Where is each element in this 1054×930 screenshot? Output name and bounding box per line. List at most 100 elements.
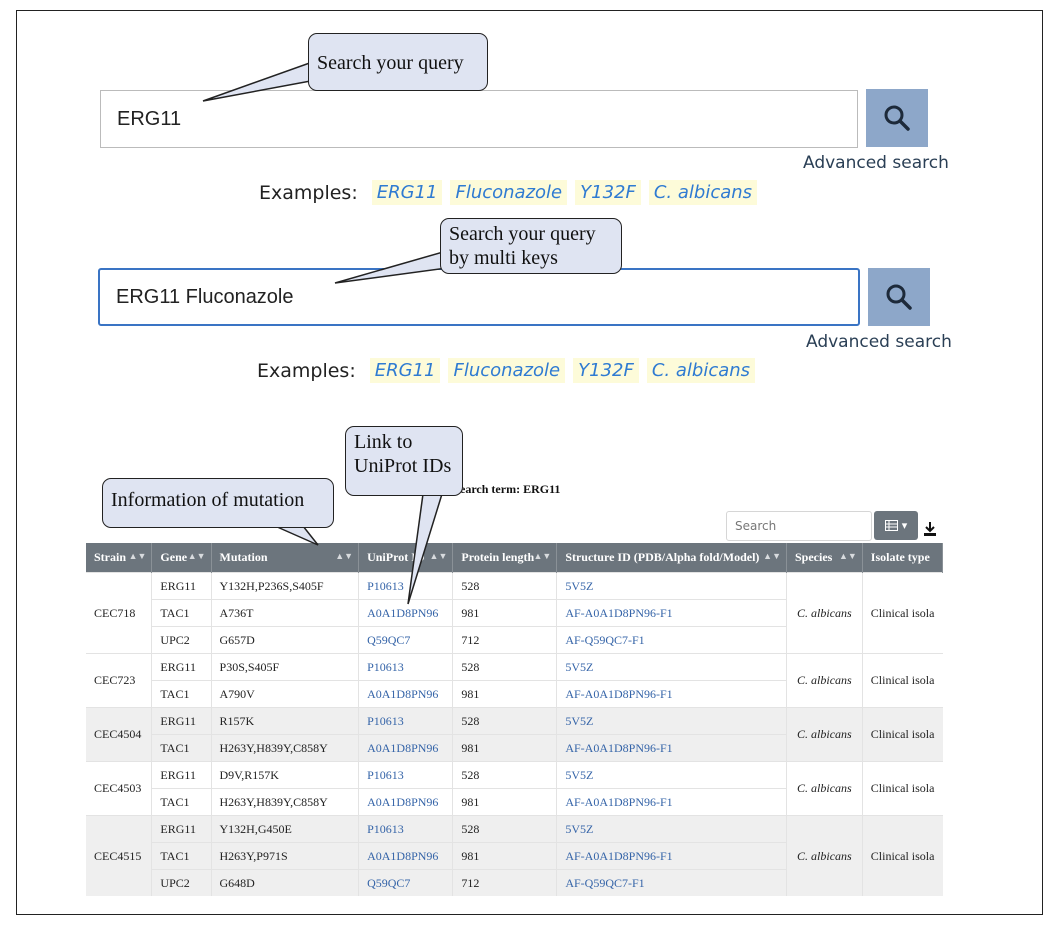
mutation-cell: Y132H,G450E xyxy=(210,815,360,843)
chevron-down-icon: ▾ xyxy=(901,520,908,532)
search-input-value: ERG11 xyxy=(117,107,182,130)
protein-length-cell: 981 xyxy=(452,599,558,627)
strain-cell: CEC718 xyxy=(86,572,152,654)
structure-link[interactable]: AF-Q59QC7-F1 xyxy=(556,626,787,654)
mutation-cell: R157K xyxy=(210,707,360,735)
table-header-row: Strain ▲▼ Gene ▲▼ Mutation ▲▼ UniProt ID ▲▼ … xyxy=(86,543,943,573)
structure-link[interactable]: AF-Q59QC7-F1 xyxy=(556,869,787,896)
strain-cell: CEC4503 xyxy=(86,761,152,816)
structure-link[interactable]: AF-A0A1D8PN96-F1 xyxy=(556,842,787,870)
structure-link[interactable]: 5V5Z xyxy=(556,815,787,843)
gene-cell: ERG11 xyxy=(151,572,212,600)
mutation-cell: G657D xyxy=(210,626,360,654)
table-row: CEC723 ERG11 P30S,S405F P10613 528 5V5Z C. alb… xyxy=(86,653,943,708)
search-input-multi[interactable]: ERG11 Fluconazole xyxy=(98,268,860,326)
callout-line: by multi keys xyxy=(449,247,558,269)
structure-link[interactable]: 5V5Z xyxy=(556,572,787,600)
mutation-cell: P30S,S405F xyxy=(210,653,360,681)
uniprot-link[interactable]: A0A1D8PN96 xyxy=(358,734,454,762)
column-header-gene[interactable]: Gene ▲▼ xyxy=(151,543,212,573)
callout-mutation-info: Information of mutation xyxy=(102,478,334,528)
callout-multi-keys: Search your query by multi keys xyxy=(440,218,622,274)
species-cell: C. albicans xyxy=(785,707,863,762)
search-icon xyxy=(886,284,912,310)
uniprot-link[interactable]: P10613 xyxy=(358,572,454,600)
strain-cell: CEC723 xyxy=(86,653,152,708)
example-chip[interactable]: Y132F xyxy=(575,180,641,205)
uniprot-link[interactable]: A0A1D8PN96 xyxy=(358,680,454,708)
species-cell: C. albicans xyxy=(785,653,863,708)
structure-link[interactable]: AF-A0A1D8PN96-F1 xyxy=(556,788,787,816)
advanced-search-link[interactable]: Advanced search xyxy=(806,332,952,352)
protein-length-cell: 981 xyxy=(452,680,558,708)
results-table-wrapper: Strain ▲▼ Gene ▲▼ Mutation ▲▼ UniProt ID ▲▼ … xyxy=(86,543,943,901)
column-header-isolate-type[interactable]: Isolate type xyxy=(862,543,943,573)
example-chip[interactable]: ERG11 xyxy=(369,358,441,383)
strain-cell: CEC4515 xyxy=(86,815,152,896)
results-table: Strain ▲▼ Gene ▲▼ Mutation ▲▼ UniProt ID ▲▼ … xyxy=(86,543,943,896)
callout-uniprot: Link to UniProt IDs xyxy=(345,426,463,496)
uniprot-link[interactable]: P10613 xyxy=(358,653,454,681)
column-header-protein-length[interactable]: Protein length ▲▼ xyxy=(452,543,558,573)
mutation-cell: D9V,R157K xyxy=(210,761,360,789)
search-input[interactable]: ERG11 xyxy=(100,90,858,148)
examples-row: Examples: ERG11 Fluconazole Y132F C. alb… xyxy=(257,358,763,383)
species-cell: C. albicans xyxy=(785,815,863,896)
structure-link[interactable]: AF-A0A1D8PN96-F1 xyxy=(556,734,787,762)
gene-cell: UPC2 xyxy=(151,869,212,896)
structure-link[interactable]: 5V5Z xyxy=(556,707,787,735)
uniprot-link[interactable]: Q59QC7 xyxy=(358,869,454,896)
example-chip[interactable]: C. albicans xyxy=(648,180,758,205)
uniprot-link[interactable]: A0A1D8PN96 xyxy=(358,599,454,627)
structure-link[interactable]: 5V5Z xyxy=(556,761,787,789)
protein-length-cell: 981 xyxy=(452,734,558,762)
protein-length-cell: 981 xyxy=(452,842,558,870)
protein-length-cell: 981 xyxy=(452,788,558,816)
search-term-label: earch term: ERG11 xyxy=(460,482,561,496)
gene-cell: ERG11 xyxy=(151,653,212,681)
column-toggle-button[interactable]: ▾ xyxy=(874,511,918,540)
uniprot-link[interactable]: A0A1D8PN96 xyxy=(358,842,454,870)
column-header-species[interactable]: Species ▲▼ xyxy=(786,543,863,573)
table-row: CEC718 ERG11 Y132H,P236S,S405F P10613 528 5V5… xyxy=(86,572,943,654)
column-header-strain[interactable]: Strain ▲▼ xyxy=(86,543,153,573)
structure-link[interactable]: AF-A0A1D8PN96-F1 xyxy=(556,599,787,627)
table-search-input[interactable]: Search xyxy=(726,511,872,541)
example-chip[interactable]: C. albicans xyxy=(646,358,756,383)
download-icon[interactable] xyxy=(922,521,938,537)
isolate-type-cell: Clinical isola xyxy=(862,761,943,816)
mutation-cell: A736T xyxy=(210,599,360,627)
column-header-mutation[interactable]: Mutation ▲▼ xyxy=(211,543,360,573)
isolate-type-cell: Clinical isola xyxy=(862,815,943,896)
callout-line: Search your query xyxy=(449,223,596,245)
search-input-value: ERG11 Fluconazole xyxy=(116,285,294,308)
gene-cell: ERG11 xyxy=(151,815,212,843)
advanced-search-link[interactable]: Advanced search xyxy=(803,153,949,173)
uniprot-link[interactable]: Q59QC7 xyxy=(358,626,454,654)
species-cell: C. albicans xyxy=(785,761,863,816)
table-row: CEC4504 ERG11 R157K P10613 528 5V5Z C. albican… xyxy=(86,707,943,762)
column-header-structure[interactable]: Structure ID (PDB/Alpha fold/Model) ▲▼ xyxy=(556,543,787,573)
columns-icon xyxy=(884,520,898,531)
search-button[interactable] xyxy=(866,89,928,147)
protein-length-cell: 712 xyxy=(452,626,558,654)
search-button[interactable] xyxy=(868,268,930,326)
uniprot-link[interactable]: P10613 xyxy=(358,815,454,843)
example-chip[interactable]: Fluconazole xyxy=(450,180,568,205)
structure-link[interactable]: AF-A0A1D8PN96-F1 xyxy=(556,680,787,708)
protein-length-cell: 528 xyxy=(452,815,558,843)
uniprot-link[interactable]: P10613 xyxy=(358,707,454,735)
callout-line: Link to xyxy=(354,431,413,453)
structure-link[interactable]: 5V5Z xyxy=(556,653,787,681)
protein-length-cell: 528 xyxy=(452,572,558,600)
sort-icon: ▲▼ xyxy=(128,551,147,561)
example-chip[interactable]: Fluconazole xyxy=(448,358,566,383)
example-chip[interactable]: ERG11 xyxy=(371,180,443,205)
sort-icon: ▲▼ xyxy=(187,551,206,561)
uniprot-link[interactable]: P10613 xyxy=(358,761,454,789)
uniprot-link[interactable]: A0A1D8PN96 xyxy=(358,788,454,816)
column-header-uniprot[interactable]: UniProt ID ▲▼ xyxy=(358,543,454,573)
gene-cell: TAC1 xyxy=(151,680,212,708)
protein-length-cell: 528 xyxy=(452,761,558,789)
example-chip[interactable]: Y132F xyxy=(573,358,639,383)
